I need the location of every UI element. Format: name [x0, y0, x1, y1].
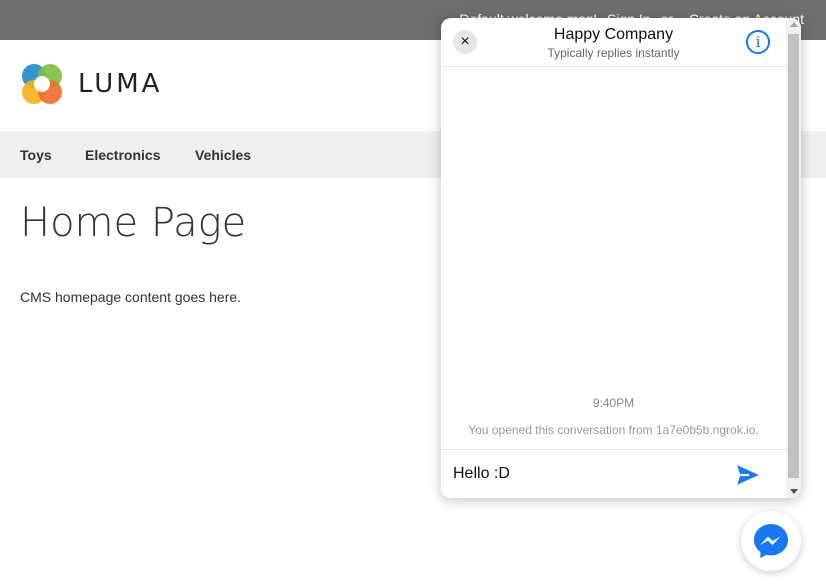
chat-subtitle: Typically replies instantly — [547, 46, 680, 60]
scrollbar-thumb[interactable] — [788, 34, 799, 478]
info-icon[interactable]: i — [746, 30, 770, 54]
cms-content: CMS homepage content goes here. — [20, 289, 242, 305]
conversation-origin-note: You opened this conversation from 1a7e0b… — [468, 423, 759, 437]
nav-item-vehicles[interactable]: Vehicles — [195, 147, 251, 163]
nav-item-toys[interactable]: Toys — [20, 147, 52, 163]
luma-logo-icon — [22, 64, 62, 104]
nav-item-electronics[interactable]: Electronics — [85, 147, 160, 163]
message-timestamp: 9:40PM — [592, 396, 635, 410]
message-input[interactable] — [453, 463, 713, 485]
messenger-launcher-button[interactable] — [741, 511, 801, 571]
scroll-up-arrow-icon[interactable] — [790, 22, 798, 27]
scroll-down-arrow-icon[interactable] — [790, 489, 798, 494]
send-icon[interactable] — [735, 462, 761, 488]
messenger-chat-window: × Happy Company Typically replies instan… — [441, 18, 801, 498]
chat-header: × Happy Company Typically replies instan… — [441, 18, 786, 67]
messenger-icon — [754, 524, 788, 558]
chat-scrollbar[interactable] — [786, 18, 801, 498]
logo-text: LUMA — [78, 69, 163, 99]
luma-logo[interactable]: LUMA — [20, 62, 162, 106]
chat-title: Happy Company — [553, 26, 674, 43]
page-title: Home Page — [20, 200, 247, 246]
